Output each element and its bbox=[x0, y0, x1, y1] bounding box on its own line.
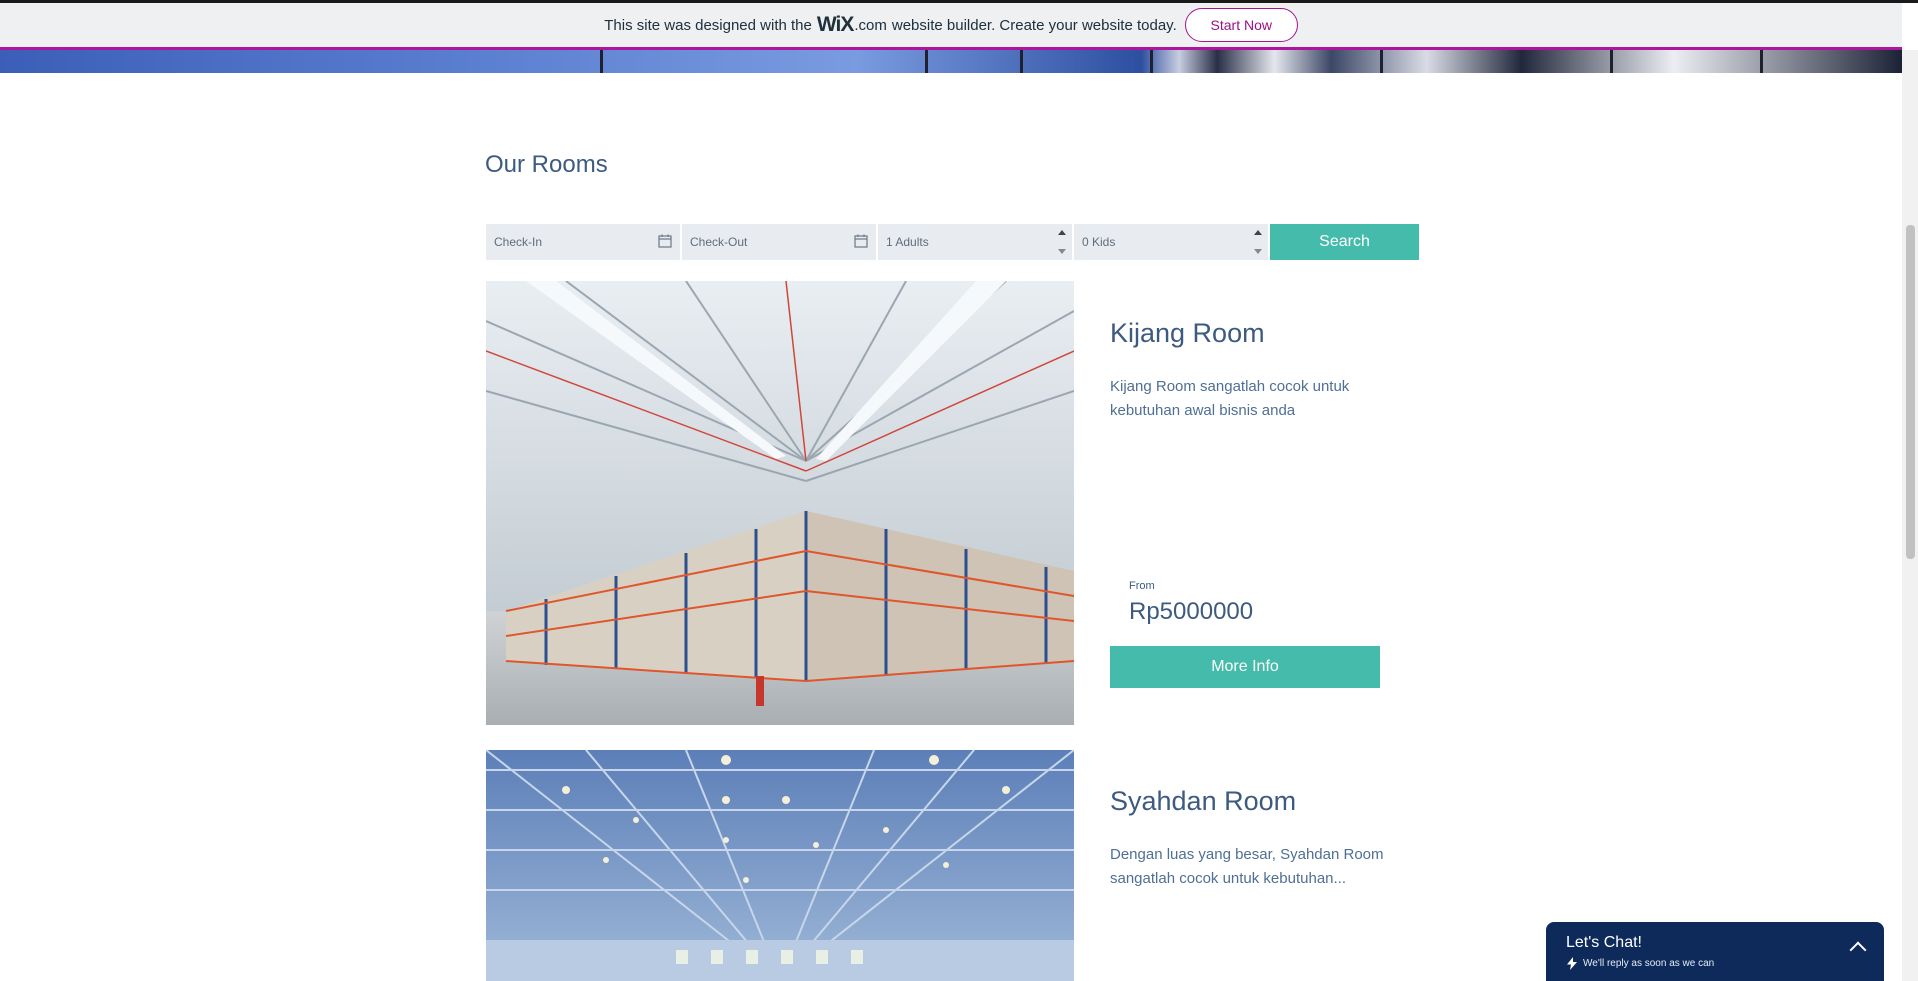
spinner-icon[interactable] bbox=[1058, 230, 1066, 254]
section-title: Our Rooms bbox=[485, 151, 608, 178]
wix-logo[interactable]: WiX bbox=[817, 13, 854, 37]
chat-subtitle: We'll reply as soon as we can bbox=[1583, 958, 1715, 969]
chat-title: Let's Chat! bbox=[1566, 934, 1642, 951]
wix-dotcom: .com bbox=[854, 16, 887, 34]
chevron-up-icon[interactable] bbox=[1849, 941, 1867, 959]
price-from-label: From bbox=[1129, 580, 1155, 592]
wix-promo-banner: This site was designed with the WiX .com… bbox=[0, 3, 1902, 50]
checkin-placeholder: Check-In bbox=[494, 235, 543, 249]
room-price-kijang: Rp5000000 bbox=[1129, 598, 1254, 625]
booking-search-bar: Check-In Check-Out 1 Adults 0 Kids Searc… bbox=[486, 224, 1419, 260]
calendar-icon[interactable] bbox=[854, 234, 868, 248]
lightning-icon bbox=[1567, 957, 1577, 970]
more-info-button[interactable]: More Info bbox=[1110, 646, 1380, 688]
start-now-button[interactable]: Start Now bbox=[1184, 8, 1298, 42]
banner-text-before: This site was designed with the bbox=[604, 16, 812, 34]
room-image-kijang[interactable] bbox=[486, 281, 1074, 725]
checkin-field[interactable]: Check-In bbox=[486, 224, 682, 260]
hero-image-strip bbox=[0, 50, 1902, 73]
kids-stepper[interactable]: 0 Kids bbox=[1074, 224, 1270, 260]
checkout-field[interactable]: Check-Out bbox=[682, 224, 878, 260]
room-description-kijang: Kijang Room sangatlah cocok untuk kebutu… bbox=[1110, 378, 1350, 419]
room-title-syahdan[interactable]: Syahdan Room bbox=[1110, 786, 1296, 817]
adults-value: 1 Adults bbox=[886, 235, 929, 249]
room-title-kijang[interactable]: Kijang Room bbox=[1110, 318, 1265, 349]
room-image-syahdan[interactable] bbox=[486, 750, 1074, 981]
kids-value: 0 Kids bbox=[1082, 235, 1116, 249]
spinner-icon[interactable] bbox=[1254, 230, 1262, 254]
calendar-icon[interactable] bbox=[658, 234, 672, 248]
scrollbar-thumb[interactable] bbox=[1906, 225, 1915, 559]
search-button[interactable]: Search bbox=[1270, 224, 1419, 260]
chat-widget[interactable]: Let's Chat! We'll reply as soon as we ca… bbox=[1546, 922, 1884, 981]
scrollbar[interactable] bbox=[1902, 50, 1918, 981]
adults-stepper[interactable]: 1 Adults bbox=[878, 224, 1074, 260]
checkout-placeholder: Check-Out bbox=[690, 235, 748, 249]
banner-text-after: website builder. Create your website tod… bbox=[891, 16, 1177, 34]
room-description-syahdan: Dengan luas yang besar, Syahdan Room san… bbox=[1110, 846, 1384, 887]
